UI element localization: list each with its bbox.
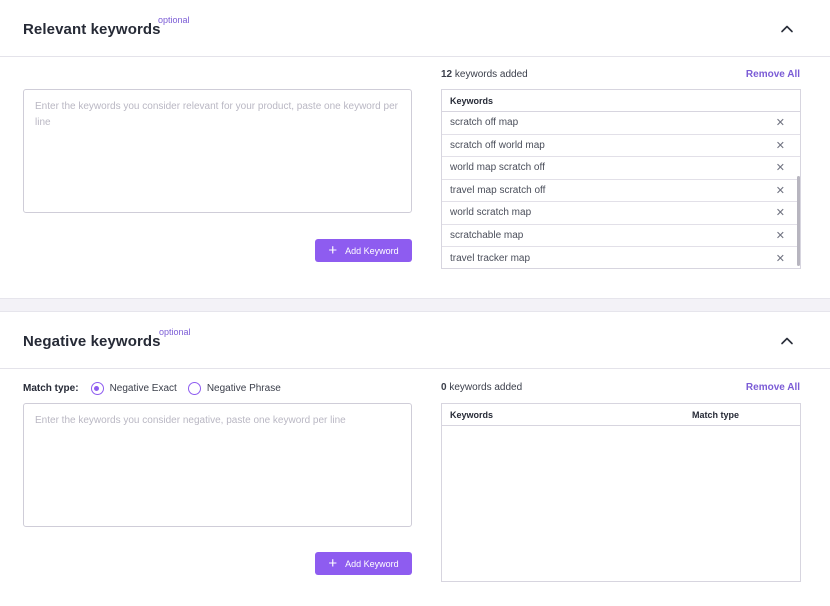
table-header: Keywords [442,90,800,112]
match-type-column-header: Match type [692,409,740,420]
relevant-count-number: 12 [441,69,453,80]
plus-icon: + [328,555,338,572]
plus-icon: + [328,242,338,259]
match-type-label: Match type: [23,383,79,394]
keywords-column-header: Keywords [450,95,494,106]
keyword-text: world map scratch off [450,162,545,174]
remove-all-relevant-link[interactable]: Remove All [746,69,800,80]
match-type-group: Match type: Negative Exact Negative Phra… [23,382,292,395]
relevant-keywords-table: Keywords scratch off map ✕ scratch off wor… [441,89,801,269]
optional-label: optional [158,15,190,25]
keyword-text: scratch off map [450,117,519,129]
negative-count-number: 0 [441,382,447,393]
negative-keywords-title: Negative keywords [23,333,161,350]
negative-exact-radio[interactable]: Negative Exact [90,382,177,395]
table-header: Keywords Match type [442,404,800,426]
close-icon[interactable]: ✕ [776,184,785,197]
optional-label: optional [159,327,191,337]
negative-exact-label: Negative Exact [109,383,177,394]
relevant-count: 12 keywords added [441,69,528,80]
relevant-keywords-textarea-box [23,89,412,213]
keyword-text: travel tracker map [450,252,531,264]
close-icon[interactable]: ✕ [776,161,785,174]
negative-count-suffix: keywords added [449,382,523,393]
keyword-text: scratch off world map [450,139,545,151]
negative-keywords-section: Negative keywords optional Match type: N… [0,312,830,606]
keyword-row: world scratch map ✕ [442,202,800,225]
add-keyword-label: Add Keyword [345,558,399,569]
negative-keywords-header[interactable]: Negative keywords optional [0,312,830,369]
keyword-row: travel tracker map ✕ [442,247,800,268]
keyword-row: world map scratch off ✕ [442,157,800,180]
radio-selected-icon [90,382,104,395]
close-icon[interactable]: ✕ [776,116,785,129]
table-scrollbar[interactable] [797,176,800,266]
keywords-column-header: Keywords [450,409,494,420]
remove-all-negative-link[interactable]: Remove All [746,382,800,393]
keyword-text: world scratch map [450,207,532,219]
keyword-row: scratch off world map ✕ [442,135,800,157]
negative-count: 0 keywords added [441,382,522,393]
relevant-keywords-input[interactable] [24,90,411,212]
negative-keywords-input[interactable] [24,404,411,526]
radio-unselected-icon [187,382,201,395]
close-icon[interactable]: ✕ [776,139,785,152]
negative-phrase-radio[interactable]: Negative Phrase [187,382,281,395]
keyword-text: travel map scratch off [450,184,546,196]
chevron-up-icon[interactable] [780,334,794,348]
add-relevant-keyword-button[interactable]: + Add Keyword [315,239,412,262]
negative-keywords-textarea-box [23,403,412,527]
section-divider [0,298,830,312]
relevant-count-suffix: keywords added [454,69,528,80]
close-icon[interactable]: ✕ [776,206,785,219]
add-negative-keyword-button[interactable]: + Add Keyword [315,552,412,575]
close-icon[interactable]: ✕ [776,252,785,265]
keyword-row: scratchable map ✕ [442,225,800,247]
close-icon[interactable]: ✕ [776,229,785,242]
relevant-keywords-title: Relevant keywords [23,21,161,38]
keyword-rows: scratch off map ✕ scratch off world map ✕ wo… [442,112,800,268]
negative-phrase-label: Negative Phrase [206,383,281,394]
negative-keywords-table: Keywords Match type [441,403,801,582]
chevron-up-icon[interactable] [780,22,794,36]
add-keyword-label: Add Keyword [345,245,399,256]
keyword-row: scratch off map ✕ [442,112,800,135]
keyword-row: travel map scratch off ✕ [442,180,800,202]
relevant-keywords-section: Relevant keywords optional + Add Keyword… [0,0,830,298]
relevant-keywords-header[interactable]: Relevant keywords optional [0,0,830,57]
keyword-text: scratchable map [450,229,524,241]
